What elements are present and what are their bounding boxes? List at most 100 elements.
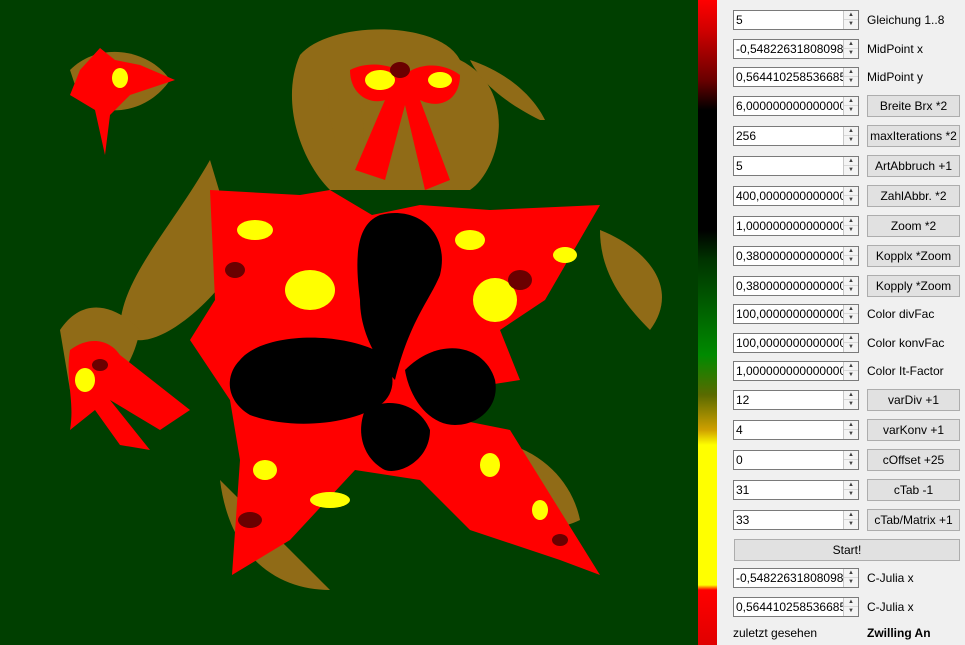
color-it-factor-input[interactable]	[734, 362, 846, 380]
spin-up-arrow-icon[interactable]: ▲	[844, 451, 858, 460]
ctab-matrix-1-input[interactable]	[734, 511, 846, 529]
spin-up-arrow-icon[interactable]: ▲	[844, 217, 858, 226]
spin-down-arrow-icon[interactable]: ▼	[844, 20, 858, 29]
color-konvfac-input[interactable]	[734, 334, 846, 352]
spin-down-arrow-icon[interactable]: ▼	[844, 371, 858, 380]
spin-down-arrow-icon[interactable]: ▼	[844, 49, 858, 58]
spin-down-arrow-icon[interactable]: ▼	[844, 286, 858, 295]
spin-up-arrow-icon[interactable]: ▲	[844, 68, 858, 77]
kopplx-zoom-input[interactable]	[734, 247, 846, 265]
spin-down-arrow-icon[interactable]: ▼	[844, 136, 858, 145]
spin-up-arrow-icon[interactable]: ▲	[844, 334, 858, 343]
spin-buttons: ▲ ▼	[843, 569, 858, 587]
spin-down-arrow-icon[interactable]: ▼	[844, 314, 858, 323]
numeric-spinbox: ▲▼	[733, 216, 859, 236]
numeric-spinbox: ▲▼	[733, 420, 859, 440]
spin-up-arrow-icon[interactable]: ▲	[844, 97, 858, 106]
spin-down-arrow-icon[interactable]: ▼	[844, 520, 858, 529]
gleichung-1-8-label: Gleichung 1..8	[867, 13, 945, 27]
spin-up-arrow-icon[interactable]: ▲	[844, 247, 858, 256]
spin-down-arrow-icon[interactable]: ▼	[844, 106, 858, 115]
kopplx-zoom-button[interactable]: Kopplx *Zoom	[867, 245, 960, 267]
spin-buttons: ▲ ▼	[843, 511, 858, 529]
spin-buttons: ▲ ▼	[843, 11, 858, 29]
c-julia-x-label: C-Julia x	[867, 600, 914, 614]
breite-brx-2-input[interactable]	[734, 97, 846, 115]
spin-up-arrow-icon[interactable]: ▲	[844, 127, 858, 136]
spin-down-arrow-icon[interactable]: ▼	[844, 607, 858, 616]
ctab-1-input[interactable]	[734, 481, 846, 499]
spin-buttons: ▲ ▼	[843, 391, 858, 409]
spin-buttons: ▲ ▼	[843, 157, 858, 175]
artabbruch-1-input[interactable]	[734, 157, 846, 175]
kopply-zoom-button[interactable]: Kopply *Zoom	[867, 275, 960, 297]
varkonv-1-button[interactable]: varKonv +1	[867, 419, 960, 441]
maxiterations-2-input[interactable]	[734, 127, 846, 145]
ctab-matrix-1-button[interactable]: cTab/Matrix +1	[867, 509, 960, 531]
spin-down-arrow-icon[interactable]: ▼	[844, 196, 858, 205]
fractal-canvas[interactable]	[0, 0, 698, 645]
zoom-2-button[interactable]: Zoom *2	[867, 215, 960, 237]
spin-up-arrow-icon[interactable]: ▲	[844, 11, 858, 20]
spin-up-arrow-icon[interactable]: ▲	[844, 598, 858, 607]
numeric-spinbox: ▲▼	[733, 361, 859, 381]
spin-down-arrow-icon[interactable]: ▼	[844, 77, 858, 86]
c-julia-x-input[interactable]	[734, 569, 846, 587]
spin-down-arrow-icon[interactable]: ▼	[844, 343, 858, 352]
spin-buttons: ▲ ▼	[843, 68, 858, 86]
spin-buttons: ▲ ▼	[843, 481, 858, 499]
gleichung-1-8-input[interactable]	[734, 11, 846, 29]
spin-down-arrow-icon[interactable]: ▼	[844, 226, 858, 235]
spin-up-arrow-icon[interactable]: ▲	[844, 362, 858, 371]
coffset-25-input[interactable]	[734, 451, 846, 469]
spin-up-arrow-icon[interactable]: ▲	[844, 511, 858, 520]
spin-down-arrow-icon[interactable]: ▼	[844, 400, 858, 409]
numeric-spinbox: ▲▼	[733, 333, 859, 353]
spin-buttons: ▲ ▼	[843, 187, 858, 205]
zoom-2-input[interactable]	[734, 217, 846, 235]
maxiterations-2-button[interactable]: maxIterations *2	[867, 125, 960, 147]
spin-down-arrow-icon[interactable]: ▼	[844, 256, 858, 265]
vardiv-1-input[interactable]	[734, 391, 846, 409]
spin-buttons: ▲ ▼	[843, 598, 858, 616]
artabbruch-1-button[interactable]: ArtAbbruch +1	[867, 155, 960, 177]
spin-down-arrow-icon[interactable]: ▼	[844, 490, 858, 499]
spin-down-arrow-icon[interactable]: ▼	[844, 430, 858, 439]
spin-up-arrow-icon[interactable]: ▲	[844, 40, 858, 49]
numeric-spinbox: ▲▼	[733, 126, 859, 146]
spin-up-arrow-icon[interactable]: ▲	[844, 187, 858, 196]
spin-down-arrow-icon[interactable]: ▼	[844, 578, 858, 587]
zahlabbr-2-button[interactable]: ZahlAbbr. *2	[867, 185, 960, 207]
breite-brx-2-button[interactable]: Breite Brx *2	[867, 95, 960, 117]
varkonv-1-input[interactable]	[734, 421, 846, 439]
spin-up-arrow-icon[interactable]: ▲	[844, 569, 858, 578]
spin-up-arrow-icon[interactable]: ▲	[844, 481, 858, 490]
kopply-zoom-input[interactable]	[734, 277, 846, 295]
spin-up-arrow-icon[interactable]: ▲	[844, 277, 858, 286]
midpoint-x-input[interactable]	[734, 40, 846, 58]
spin-buttons: ▲ ▼	[843, 305, 858, 323]
midpoint-y-input[interactable]	[734, 68, 846, 86]
numeric-spinbox: ▲▼	[733, 39, 859, 59]
coffset-25-button[interactable]: cOffset +25	[867, 449, 960, 471]
spin-down-arrow-icon[interactable]: ▼	[844, 460, 858, 469]
start-button[interactable]: Start!	[734, 539, 960, 561]
spin-buttons: ▲ ▼	[843, 334, 858, 352]
ctab-1-button[interactable]: cTab -1	[867, 479, 960, 501]
numeric-spinbox: ▲▼	[733, 480, 859, 500]
numeric-spinbox: ▲▼	[733, 450, 859, 470]
spin-up-arrow-icon[interactable]: ▲	[844, 421, 858, 430]
numeric-spinbox: ▲▼	[733, 510, 859, 530]
spin-up-arrow-icon[interactable]: ▲	[844, 157, 858, 166]
spin-up-arrow-icon[interactable]: ▲	[844, 391, 858, 400]
spin-buttons: ▲ ▼	[843, 217, 858, 235]
color-it-factor-label: Color It-Factor	[867, 364, 944, 378]
c-julia-x-input[interactable]	[734, 598, 846, 616]
color-divfac-input[interactable]	[734, 305, 846, 323]
color-divfac-label: Color divFac	[867, 307, 935, 321]
numeric-spinbox: ▲▼	[733, 276, 859, 296]
zahlabbr-2-input[interactable]	[734, 187, 846, 205]
spin-up-arrow-icon[interactable]: ▲	[844, 305, 858, 314]
spin-down-arrow-icon[interactable]: ▼	[844, 166, 858, 175]
vardiv-1-button[interactable]: varDiv +1	[867, 389, 960, 411]
